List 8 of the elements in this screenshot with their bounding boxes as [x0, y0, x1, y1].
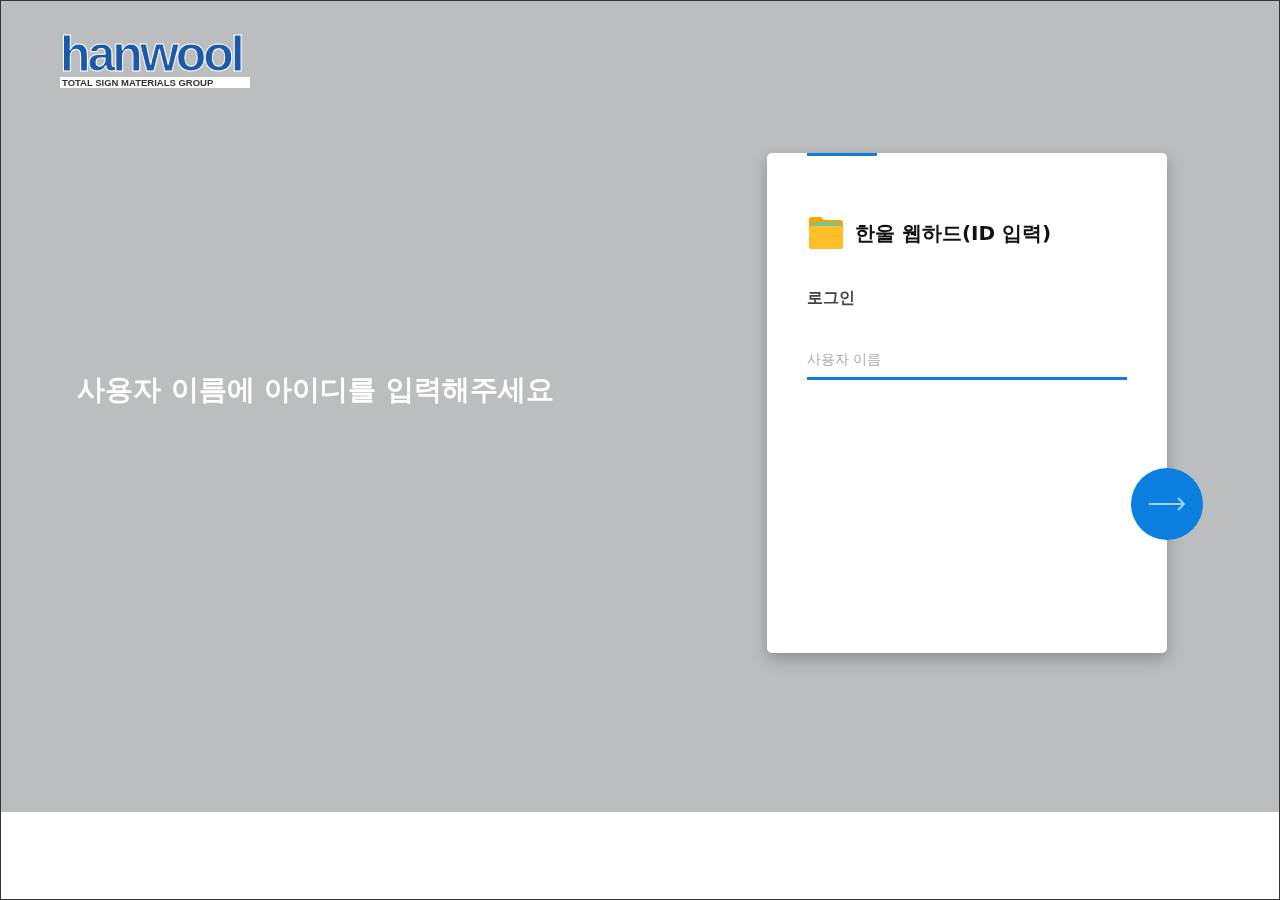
section-label: 로그인: [807, 288, 856, 309]
card-title: 한울 웹하드(ID 입력): [855, 219, 1052, 247]
folder-icon: [807, 216, 845, 250]
logo-wordmark: hanwool: [60, 31, 243, 77]
hint-text: 사용자 이름에 아이디를 입력해주세요: [77, 372, 555, 408]
accent-bar: [807, 153, 877, 156]
arrow-right-icon: [1148, 497, 1186, 511]
logo-tagline: TOTAL SIGN MATERIALS GROUP: [60, 77, 250, 88]
